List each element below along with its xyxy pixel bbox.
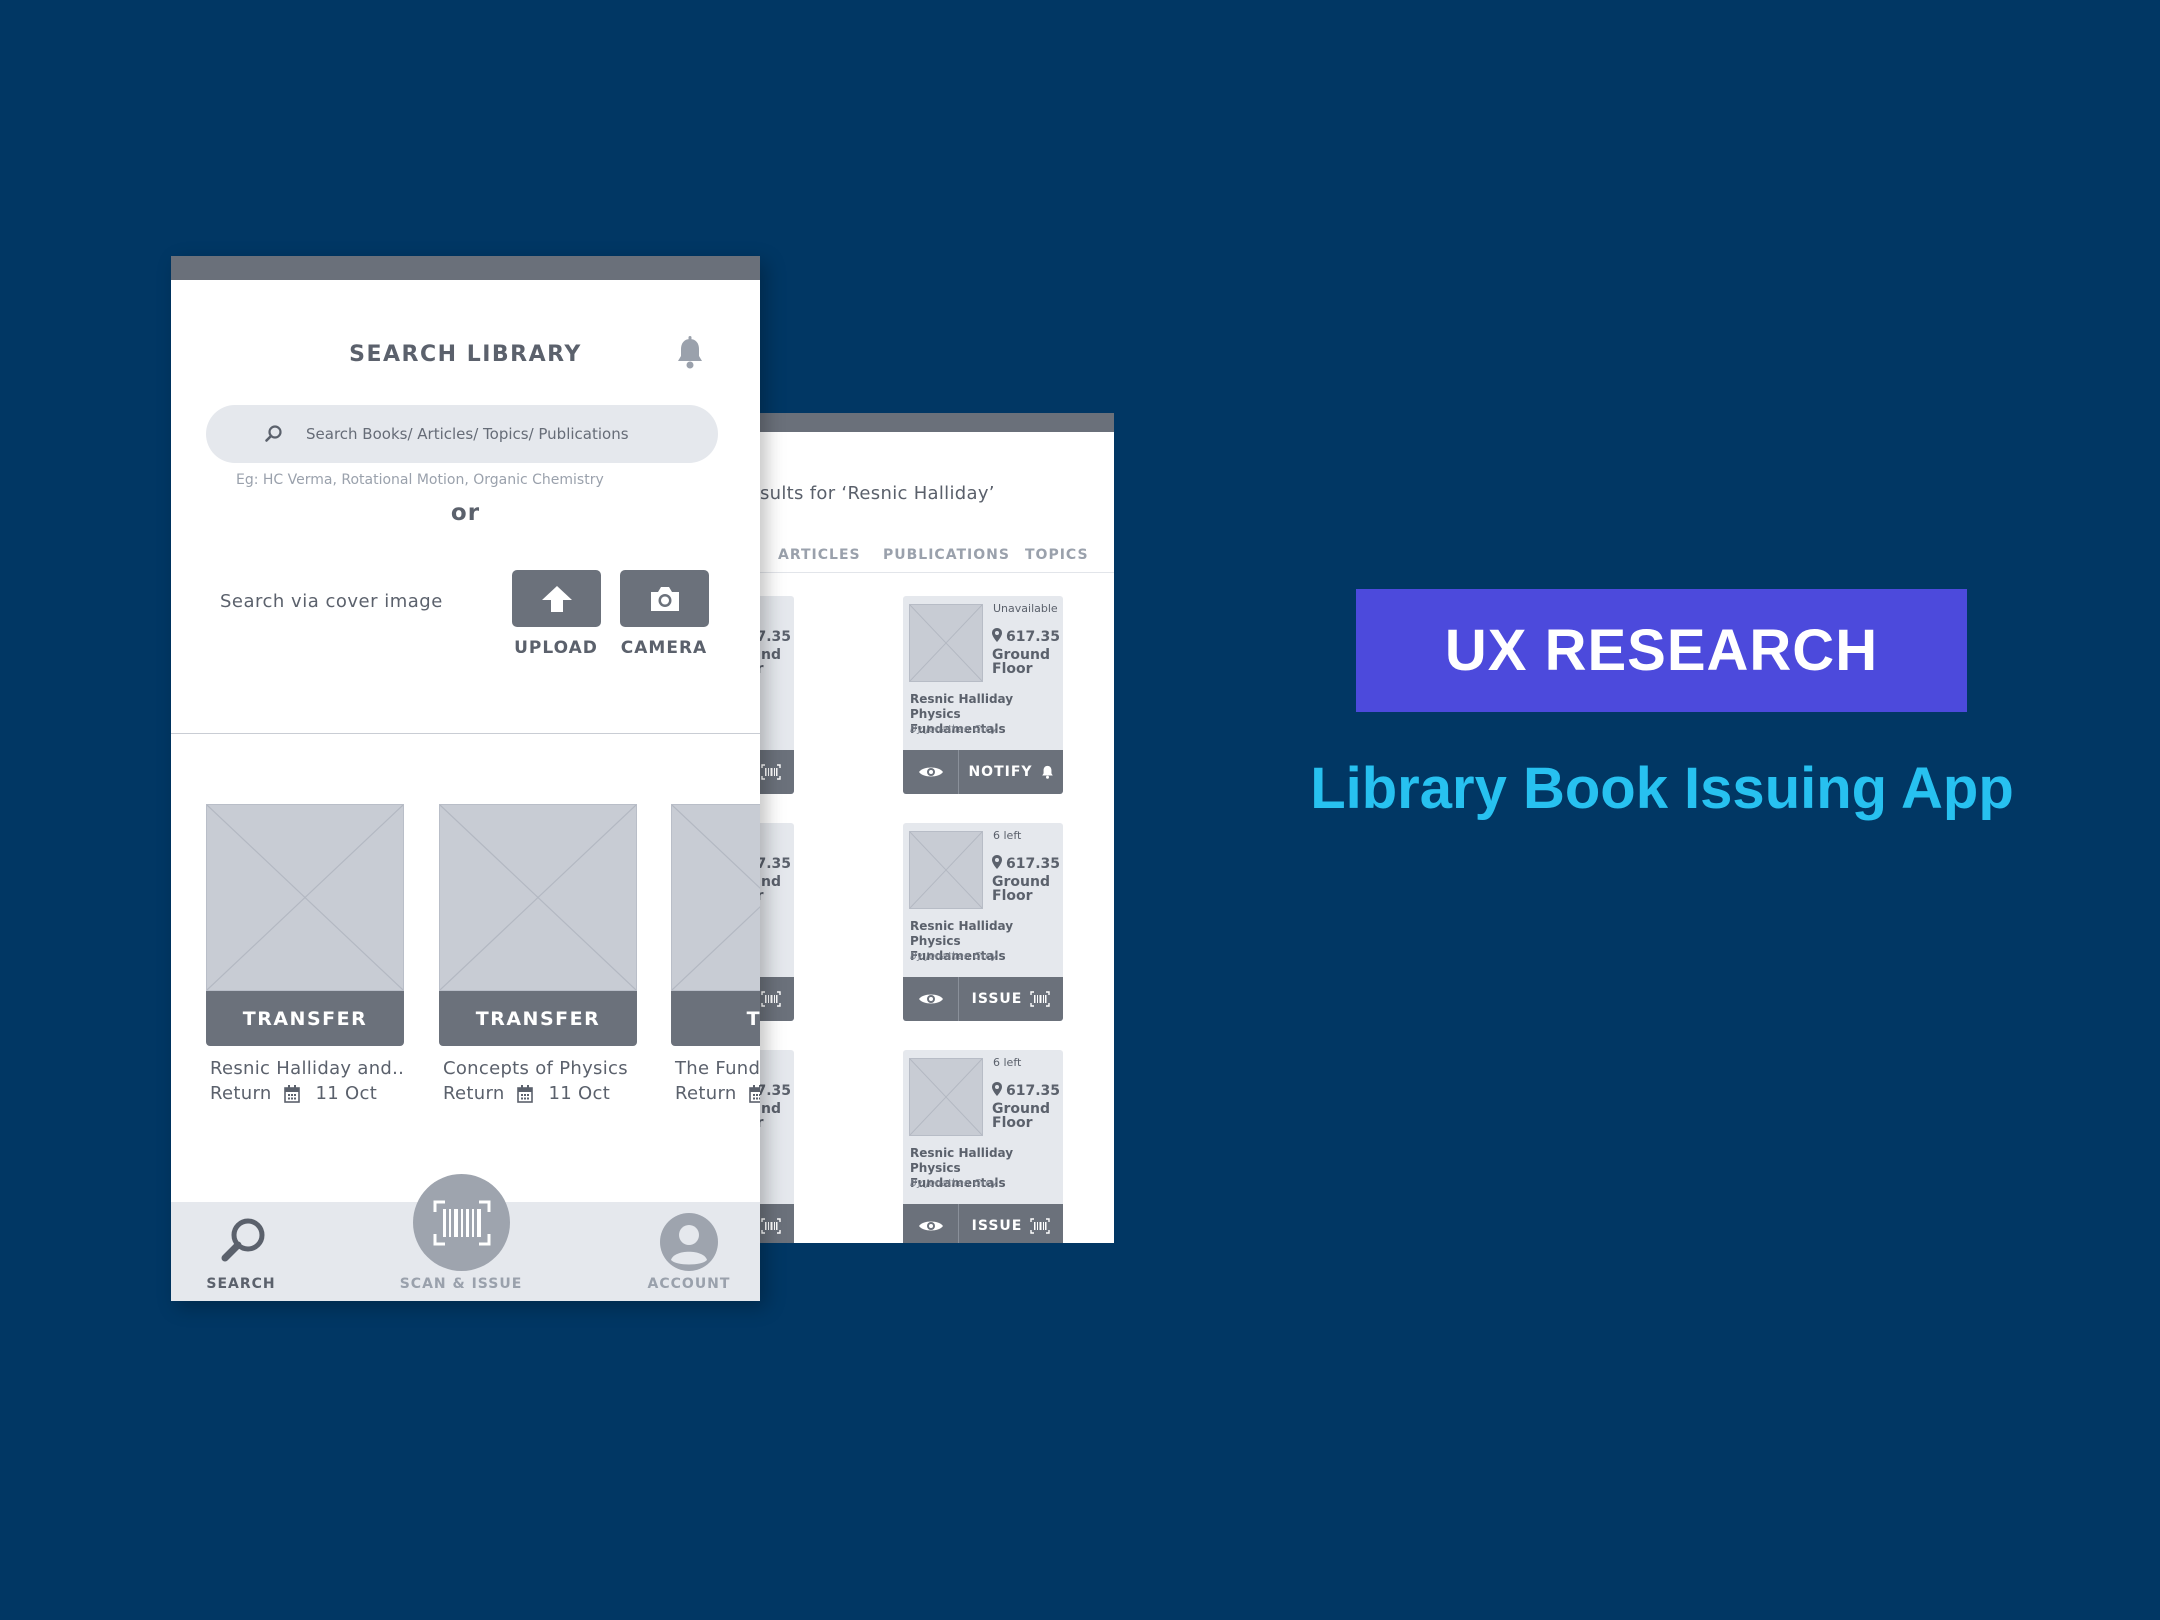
- floor-location: Ground Floor: [992, 1101, 1050, 1131]
- nav-account-label: ACCOUNT: [647, 1276, 731, 1292]
- transfer-button[interactable]: TRANSFER: [206, 991, 404, 1046]
- book-name: Resnic Halliday and..: [210, 1058, 405, 1079]
- barcode-icon: [761, 991, 782, 1007]
- results-screen: sults for ‘Resnic Halliday’ ARTICLES PUB…: [720, 413, 1114, 1243]
- book-cover-placeholder: [671, 804, 760, 991]
- card-actions: ISSUE: [903, 1204, 1063, 1243]
- status-bar: [720, 413, 1114, 432]
- card-action-button[interactable]: NOTIFY: [959, 764, 1063, 780]
- preview-button[interactable]: [903, 1204, 959, 1243]
- book-cover-placeholder: [909, 831, 983, 909]
- camera-button[interactable]: [620, 570, 709, 627]
- preview-button[interactable]: [903, 750, 959, 794]
- app-title: Library Book Issuing App: [1310, 756, 2014, 821]
- results-title: sults for ‘Resnic Halliday’: [760, 483, 995, 504]
- barcode-icon: [1030, 991, 1051, 1007]
- upload-arrow-icon: [541, 585, 572, 612]
- stock-status: Unavailable: [993, 602, 1058, 615]
- issued-book-card[interactable]: TRANSFER Concepts of Physics Return 11 Oct: [439, 804, 637, 1104]
- camera-icon: [650, 586, 679, 611]
- book-author: By Jonathan Grey: [910, 951, 998, 962]
- search-screen: SEARCH LIBRARY Eg: HC Verma, Rotational …: [171, 256, 760, 1301]
- card-action-button[interactable]: ISSUE: [959, 1218, 1063, 1234]
- location-pin-icon: [992, 628, 1006, 645]
- calendar-icon: [516, 1084, 533, 1103]
- tab-publications[interactable]: PUBLICATIONS: [883, 547, 1010, 563]
- return-date: 11 Oct: [315, 1083, 378, 1104]
- bell-icon: [1041, 765, 1054, 779]
- result-card[interactable]: 6 left 617.35 Ground Floor Resnic Halliday …: [903, 823, 1063, 1021]
- barcode-scan-icon: [433, 1200, 490, 1245]
- eye-icon: [918, 764, 944, 780]
- search-hint: Eg: HC Verma, Rotational Motion, Organic…: [236, 472, 604, 488]
- shelf-number: 617.35: [992, 1082, 1060, 1099]
- return-info: Return 11 Oct: [443, 1083, 637, 1104]
- cover-search-label: Search via cover image: [220, 591, 443, 612]
- book-cover-placeholder: [206, 804, 404, 991]
- search-bar: [206, 405, 718, 463]
- book-cover-placeholder: [909, 1058, 983, 1136]
- transfer-button[interactable]: TRANSFER: [439, 991, 637, 1046]
- search-icon: [265, 425, 282, 442]
- account-icon: [660, 1213, 718, 1271]
- tab-articles[interactable]: ARTICLES: [778, 547, 861, 563]
- calendar-icon: [748, 1084, 760, 1103]
- transfer-button[interactable]: TRA: [671, 991, 760, 1046]
- issued-book-card[interactable]: TRA The Funda Return: [671, 804, 760, 1104]
- book-cover-placeholder: [439, 804, 637, 991]
- shelf-number: 617.35: [992, 628, 1060, 645]
- barcode-icon: [761, 764, 782, 780]
- result-card[interactable]: 6 left 617.35 Ground Floor Resnic Halliday …: [903, 1050, 1063, 1243]
- location-pin-icon: [992, 855, 1006, 872]
- upload-button[interactable]: [512, 570, 601, 627]
- return-label: Return: [210, 1083, 272, 1104]
- tab-topics[interactable]: TOPICS: [1025, 547, 1089, 563]
- bell-icon[interactable]: [674, 336, 706, 370]
- nav-search-label: SEARCH: [206, 1276, 276, 1292]
- ux-research-badge: UX RESEARCH: [1356, 589, 1967, 712]
- book-author: By Jonathan Grey: [910, 1178, 998, 1189]
- eye-icon: [918, 1218, 944, 1234]
- search-icon: [221, 1218, 265, 1262]
- issued-book-card[interactable]: TRANSFER Resnic Halliday and.. Return 11 Oc…: [206, 804, 404, 1104]
- nav-scan-label: SCAN & ISSUE: [399, 1276, 523, 1292]
- results-tabs: ARTICLES PUBLICATIONS TOPICS: [720, 533, 1114, 573]
- calendar-icon: [283, 1084, 300, 1103]
- floor-location: Ground Floor: [992, 647, 1050, 677]
- book-author: By Jonathan Grey: [910, 724, 998, 735]
- card-actions: ISSUE: [903, 977, 1063, 1021]
- result-card[interactable]: Unavailable 617.35 Ground Floor Resnic Hall…: [903, 596, 1063, 794]
- search-input[interactable]: [306, 425, 686, 443]
- return-label: Return: [675, 1083, 737, 1104]
- camera-label: CAMERA: [620, 638, 708, 658]
- barcode-icon: [761, 1218, 782, 1234]
- return-label: Return: [443, 1083, 505, 1104]
- book-cover-placeholder: [909, 604, 983, 682]
- barcode-icon: [1030, 1218, 1051, 1234]
- section-divider: [171, 733, 760, 734]
- return-info: Return: [675, 1083, 760, 1104]
- book-name: The Funda: [675, 1058, 760, 1079]
- page-title: SEARCH LIBRARY: [349, 342, 582, 367]
- return-date: 11 Oct: [548, 1083, 611, 1104]
- preview-button[interactable]: [903, 977, 959, 1021]
- floor-location: Ground Floor: [992, 874, 1050, 904]
- shelf-number: 617.35: [992, 855, 1060, 872]
- nav-search[interactable]: SEARCH: [171, 1202, 311, 1301]
- or-separator: or: [450, 500, 481, 526]
- scan-issue-button[interactable]: [413, 1174, 510, 1271]
- stock-status: 6 left: [993, 1056, 1022, 1069]
- status-bar: [171, 256, 760, 280]
- card-action-button[interactable]: ISSUE: [959, 991, 1063, 1007]
- upload-label: UPLOAD: [514, 638, 598, 658]
- return-info: Return 11 Oct: [210, 1083, 404, 1104]
- eye-icon: [918, 991, 944, 1007]
- nav-account[interactable]: ACCOUNT: [611, 1202, 760, 1301]
- card-actions: NOTIFY: [903, 750, 1063, 794]
- stock-status: 6 left: [993, 829, 1022, 842]
- location-pin-icon: [992, 1082, 1006, 1099]
- book-name: Concepts of Physics: [443, 1058, 628, 1079]
